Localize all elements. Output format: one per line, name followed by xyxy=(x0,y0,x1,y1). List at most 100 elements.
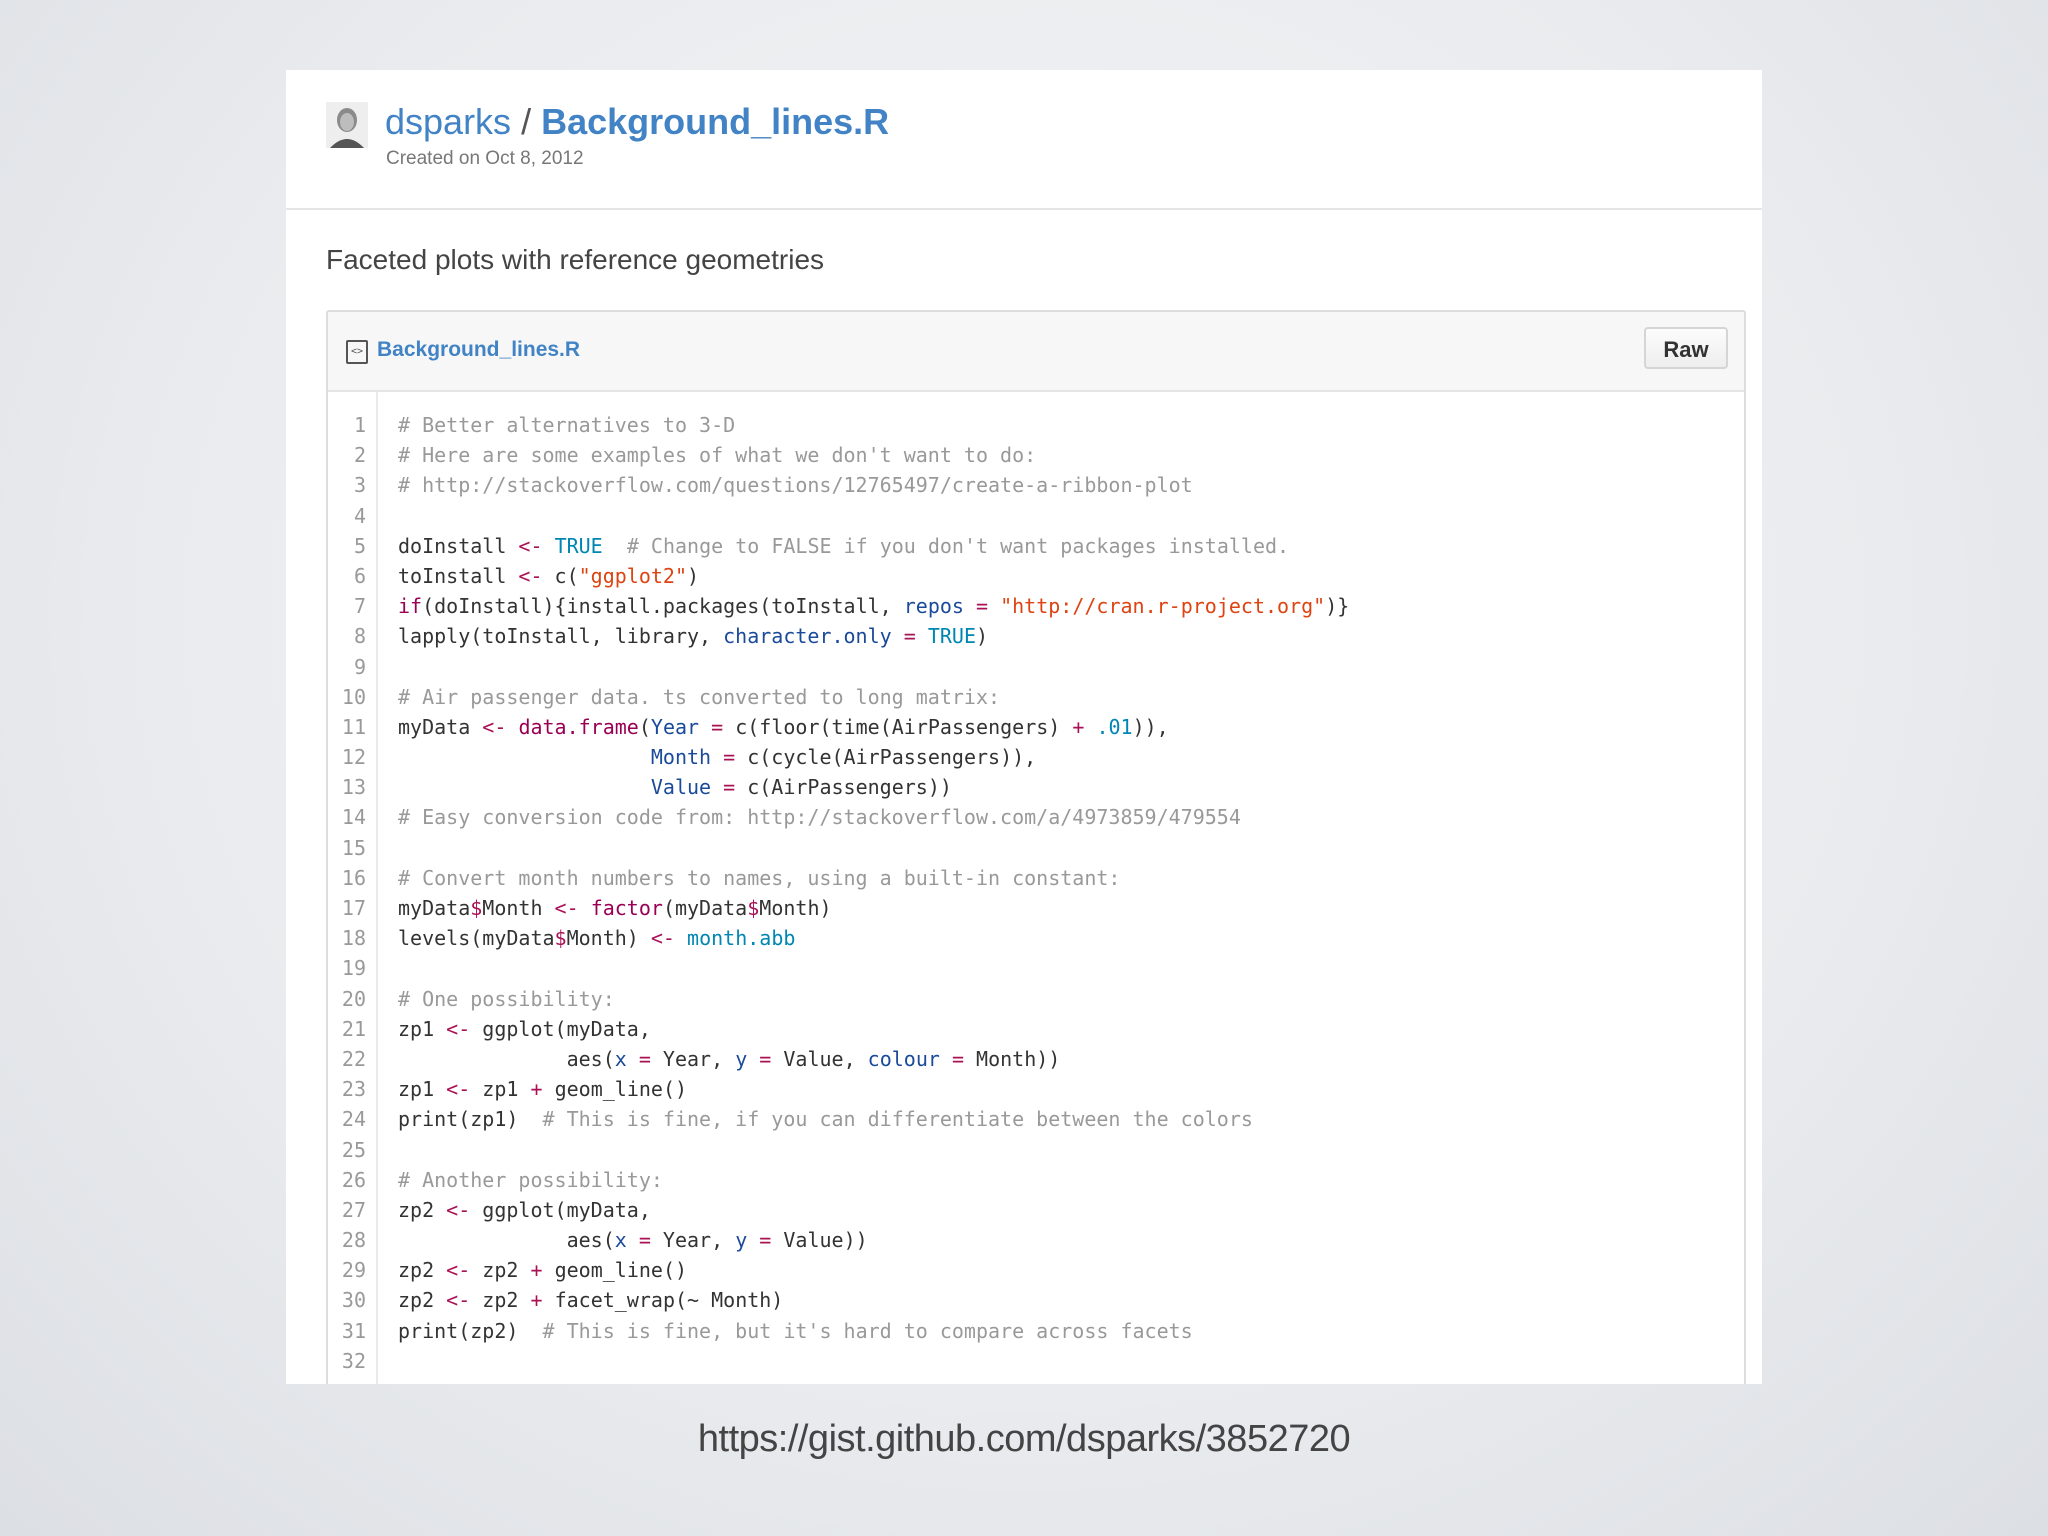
code-line: 27 zp2 <- ggplot(myData, xyxy=(328,1195,1744,1225)
user-avatar[interactable] xyxy=(326,102,368,148)
line-number[interactable]: 6 xyxy=(328,561,366,591)
line-number[interactable]: 32 xyxy=(328,1346,366,1376)
username-link[interactable]: dsparks xyxy=(385,101,511,142)
code-token: data.frame xyxy=(518,714,639,739)
code-token: = xyxy=(638,1046,651,1071)
line-number[interactable]: 23 xyxy=(328,1074,366,1104)
code-token: "http://cran.r-project.org" xyxy=(1000,594,1326,619)
code-token: # This is fine, if you can differentiate… xyxy=(542,1107,1253,1132)
raw-button[interactable]: Raw xyxy=(1644,327,1728,369)
line-number[interactable]: 26 xyxy=(328,1165,366,1195)
line-number[interactable]: 3 xyxy=(328,470,366,500)
code-token: month.abb xyxy=(687,926,796,951)
code-line: 19 xyxy=(328,953,1744,983)
code-token: geom_line() xyxy=(542,1077,688,1102)
code-token: )} xyxy=(1325,594,1350,619)
code-token: = xyxy=(723,775,736,800)
code-line: 1 # Better alternatives to 3-D xyxy=(328,410,1744,440)
code-token: repos xyxy=(903,594,964,619)
code-token: + xyxy=(1072,714,1085,739)
line-number[interactable]: 4 xyxy=(328,501,366,531)
line-number[interactable]: 7 xyxy=(328,591,366,621)
code-token: + xyxy=(530,1288,543,1313)
line-number[interactable]: 13 xyxy=(328,772,366,802)
line-number[interactable]: 12 xyxy=(328,742,366,772)
line-number[interactable]: 1 xyxy=(328,410,366,440)
code-token: x xyxy=(614,1228,627,1253)
line-number[interactable]: 25 xyxy=(328,1135,366,1165)
line-number[interactable]: 31 xyxy=(328,1316,366,1346)
code-token: Month)) xyxy=(964,1046,1061,1071)
line-number[interactable]: 24 xyxy=(328,1104,366,1134)
code-token: # Better alternatives to 3-D xyxy=(398,413,736,437)
code-token: Value)) xyxy=(771,1228,868,1253)
code-token: (myData xyxy=(662,896,748,920)
line-number[interactable]: 14 xyxy=(328,802,366,832)
line-number[interactable]: 22 xyxy=(328,1044,366,1074)
gist-name-link[interactable]: Background_lines.R xyxy=(541,101,889,142)
code-token: zp2 xyxy=(470,1288,531,1313)
code-line: 25 xyxy=(328,1135,1744,1165)
code-token: levels(myData xyxy=(398,926,555,951)
code-token: doInstall xyxy=(398,533,519,558)
line-number[interactable]: 5 xyxy=(328,531,366,561)
code-line: 8 lapply(toInstall, library, character.on… xyxy=(328,621,1744,651)
line-number[interactable]: 9 xyxy=(328,652,366,682)
code-text: zp1 <- ggplot(myData, xyxy=(398,1014,651,1044)
code-token: zp2 xyxy=(398,1258,447,1283)
line-number[interactable]: 16 xyxy=(328,863,366,893)
line-number[interactable]: 21 xyxy=(328,1014,366,1044)
code-token: <- xyxy=(446,1197,471,1222)
code-token: Year xyxy=(650,714,700,739)
code-token: = xyxy=(723,745,736,770)
code-token: c( xyxy=(542,563,579,588)
code-token: x xyxy=(614,1046,627,1071)
code-token: = xyxy=(759,1046,772,1071)
code-token: lapply(toInstall, library, xyxy=(398,624,724,649)
file-name-link[interactable]: Background_lines.R xyxy=(377,338,580,362)
code-token: <- xyxy=(482,714,507,739)
code-token: ggplot(myData, xyxy=(470,1197,651,1222)
code-token: geom_line() xyxy=(542,1258,688,1283)
code-token: ) xyxy=(687,563,700,588)
code-token: # One possibility: xyxy=(398,986,615,1011)
line-number[interactable]: 20 xyxy=(328,984,366,1014)
code-token: myData xyxy=(398,714,483,739)
code-text: # Convert month numbers to names, using … xyxy=(398,863,1120,893)
code-text: myData <- data.frame(Year = c(floor(time… xyxy=(398,712,1169,742)
code-text: # Here are some examples of what we don'… xyxy=(398,440,1036,470)
code-text: zp2 <- zp2 + geom_line() xyxy=(398,1255,687,1285)
code-token: # http://stackoverflow.com/questions/127… xyxy=(398,473,1193,498)
code-token: y xyxy=(735,1046,748,1071)
code-token: + xyxy=(530,1077,543,1102)
line-number[interactable]: 18 xyxy=(328,923,366,953)
line-number[interactable]: 8 xyxy=(328,621,366,651)
code-line: 20 # One possibility: xyxy=(328,984,1744,1014)
line-number[interactable]: 28 xyxy=(328,1225,366,1255)
code-token: aes( xyxy=(398,1046,615,1071)
code-token: colour xyxy=(867,1046,940,1071)
line-number[interactable]: 10 xyxy=(328,682,366,712)
line-number[interactable]: 29 xyxy=(328,1255,366,1285)
line-number[interactable]: 19 xyxy=(328,953,366,983)
line-number[interactable]: 11 xyxy=(328,712,366,742)
line-number[interactable]: 2 xyxy=(328,440,366,470)
code-text: aes(x = Year, y = Value, colour = Month)… xyxy=(398,1044,1061,1074)
code-token: Month) xyxy=(759,896,832,920)
code-line: 28 aes(x = Year, y = Value)) xyxy=(328,1225,1744,1255)
line-number[interactable]: 17 xyxy=(328,893,366,923)
line-number[interactable]: 15 xyxy=(328,833,366,863)
code-token: <- xyxy=(650,926,675,951)
line-number[interactable]: 30 xyxy=(328,1285,366,1315)
code-token: .01 xyxy=(1096,714,1133,739)
code-line: 5 doInstall <- TRUE # Change to FALSE if … xyxy=(328,531,1744,561)
code-token: print(zp1) xyxy=(398,1107,543,1132)
line-number[interactable]: 27 xyxy=(328,1195,366,1225)
code-token: Value xyxy=(650,775,712,800)
code-line: 16 # Convert month numbers to names, usin… xyxy=(328,863,1744,893)
